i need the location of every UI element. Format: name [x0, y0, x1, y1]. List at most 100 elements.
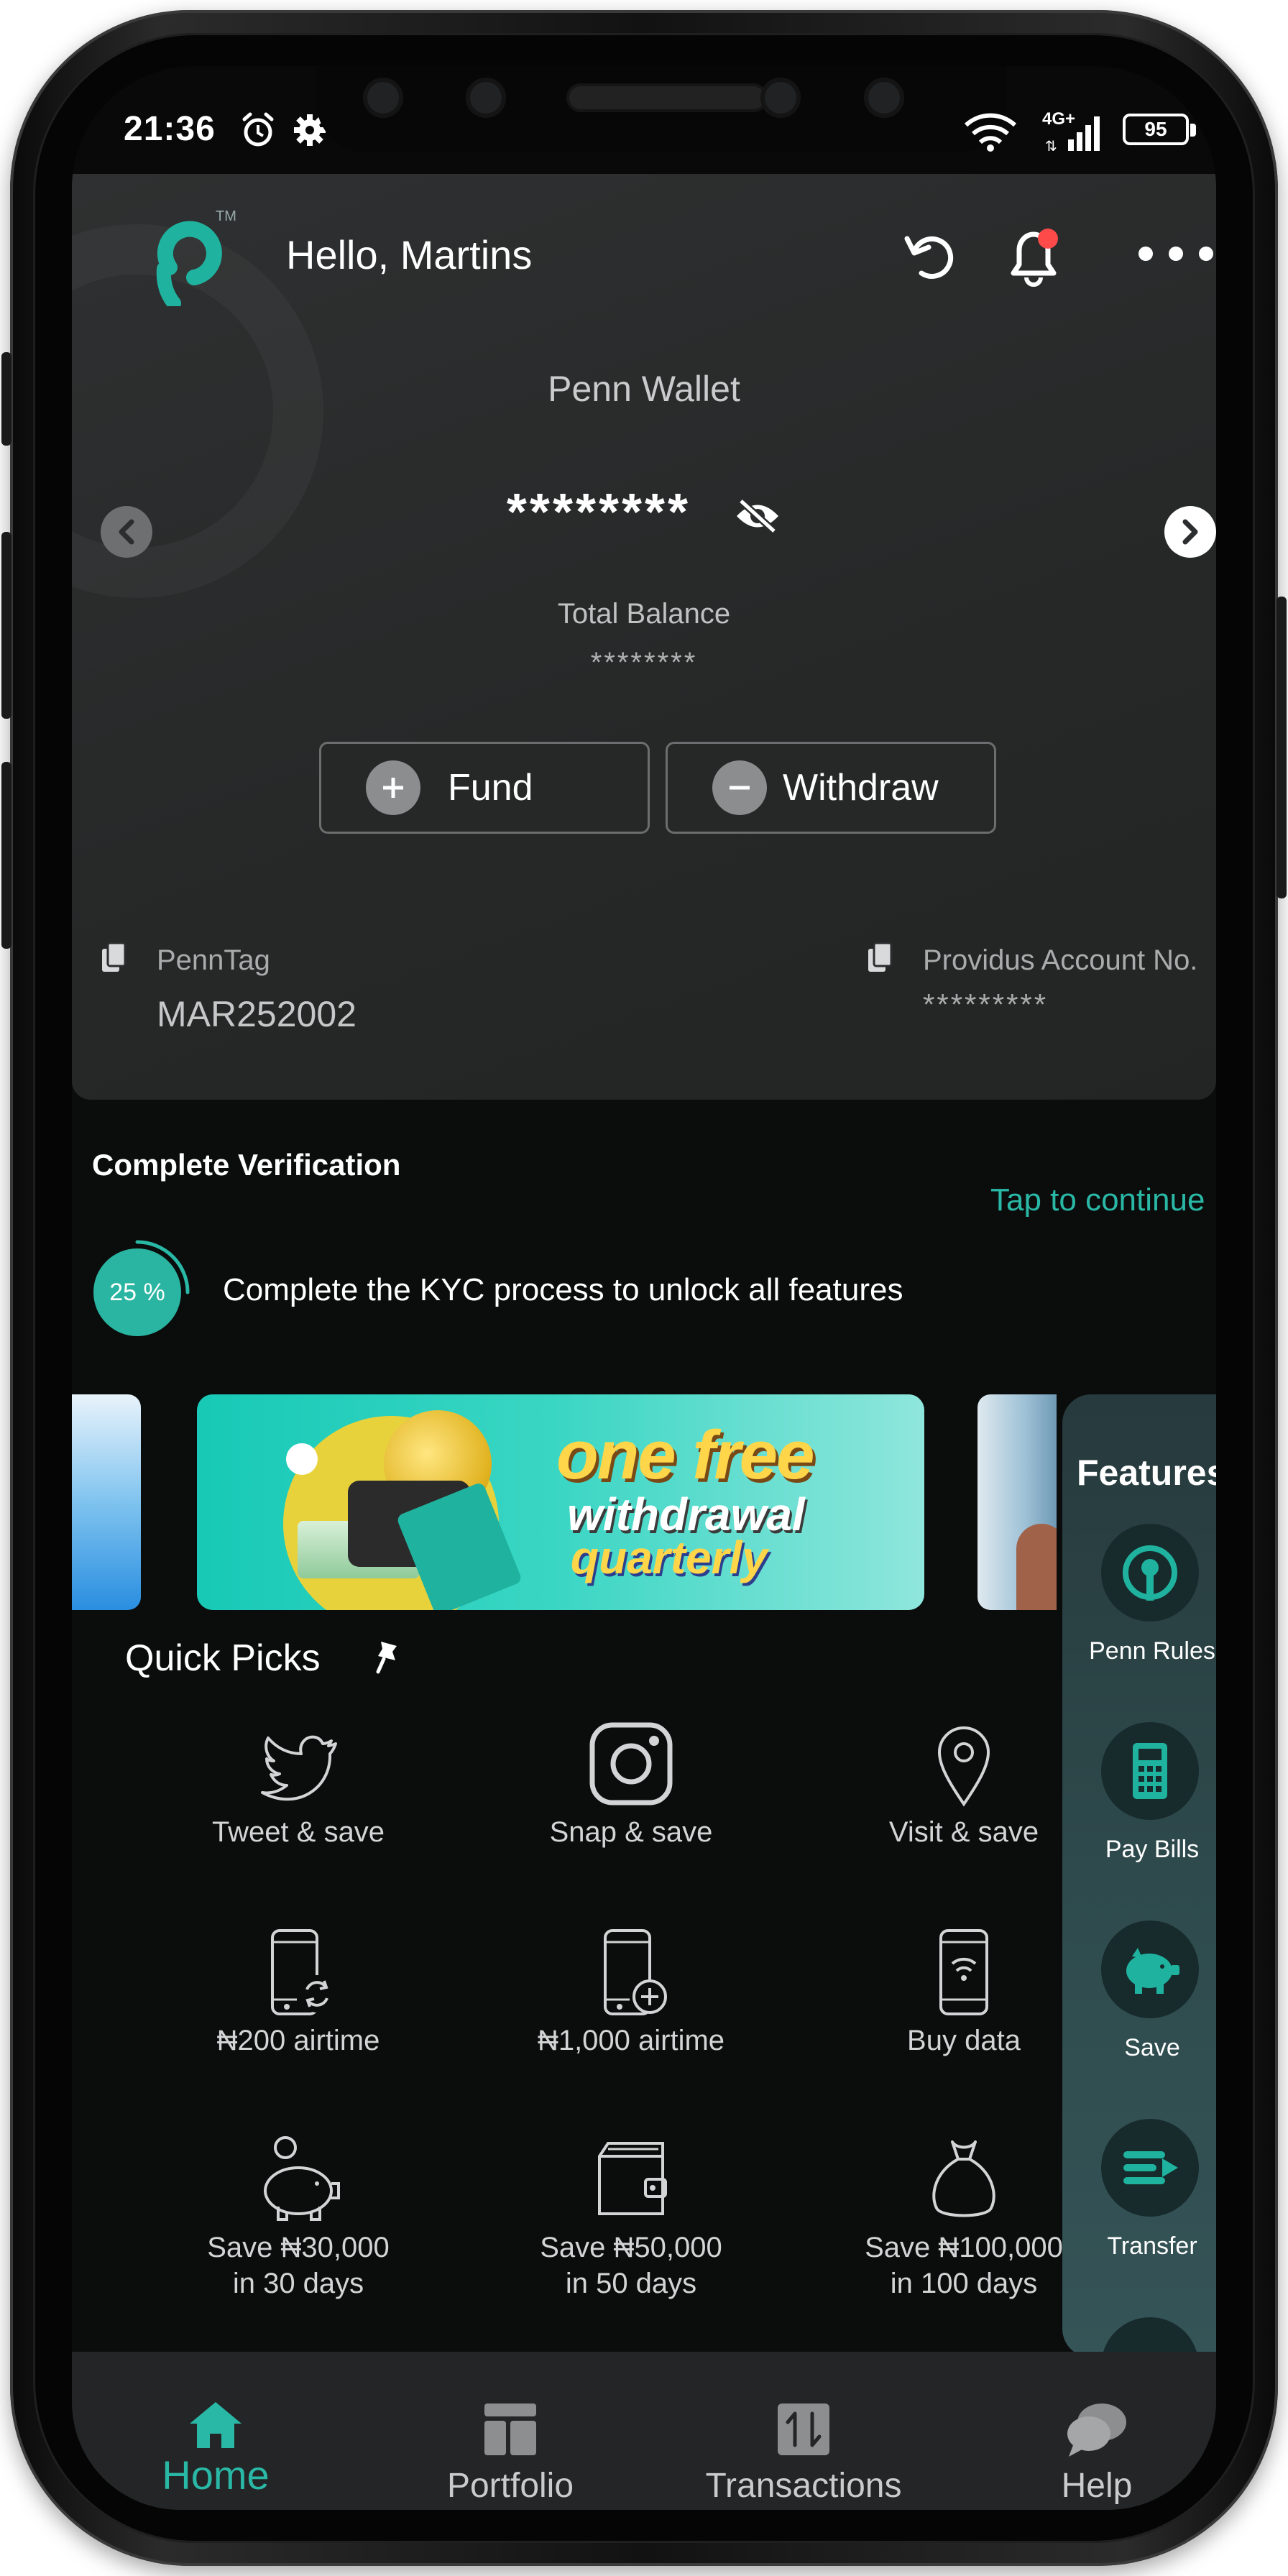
total-balance-value: ********	[590, 647, 698, 678]
piggy-bank-icon	[1101, 1920, 1199, 2018]
account-number-label: Providus Account No.	[923, 944, 1198, 976]
wifi-icon	[964, 113, 1017, 152]
feature-label: Pay Bills	[1105, 1836, 1200, 1863]
quick-pick-tweet-save[interactable]: Tweet & save	[155, 1719, 442, 1850]
nav-label: Portfolio	[446, 2467, 574, 2505]
kyc-message: Complete the KYC process to unlock all f…	[223, 1272, 903, 1307]
nav-label: Transactions	[705, 2467, 902, 2505]
banner-line-3: quarterly	[571, 1532, 768, 1583]
bell-icon[interactable]	[999, 223, 1068, 289]
side-button	[1276, 597, 1287, 898]
quick-pick-label: Tweet & save	[211, 1816, 385, 1848]
alarm-icon	[242, 112, 274, 147]
transfer-icon	[1101, 2119, 1199, 2217]
plus-icon	[366, 760, 420, 815]
feature-label: Penn Rules	[1089, 1637, 1215, 1665]
withdraw-label: Withdraw	[783, 767, 939, 809]
feature-pay-bills[interactable]: Pay Bills	[1062, 1722, 1216, 1864]
signal-icon: ⇅	[1045, 116, 1100, 152]
banner-person-shape	[1016, 1524, 1057, 1610]
penn-logo-icon[interactable]	[145, 208, 224, 306]
pay-bills-icon	[1101, 1722, 1199, 1820]
features-panel: Features Penn Rules Pay Bills Save Trans…	[1062, 1394, 1216, 2415]
svg-text:⇅: ⇅	[1045, 139, 1057, 152]
quick-pick-sublabel: in 30 days	[232, 2268, 364, 2299]
location-pin-icon	[937, 1726, 990, 1807]
quick-pick-save-30000[interactable]: Save ₦30,000 in 30 days	[155, 2135, 442, 2301]
side-button	[1, 352, 12, 446]
quick-pick-200-airtime[interactable]: ₦200 airtime	[155, 1928, 442, 2058]
quick-pick-save-50000[interactable]: Save ₦50,000 in 50 days	[487, 2135, 775, 2301]
balance-hidden: ********	[72, 483, 1216, 542]
withdraw-button[interactable]: Withdraw	[666, 742, 996, 834]
sensor	[864, 78, 904, 118]
promo-banner-next[interactable]	[978, 1394, 1057, 1610]
promo-banner-previous[interactable]	[72, 1394, 141, 1610]
quick-pick-label: ₦1,000 airtime	[537, 2025, 725, 2056]
next-wallet-button[interactable]	[1164, 506, 1216, 558]
quick-picks-title: Quick Picks	[125, 1637, 321, 1679]
wallet-name: Penn Wallet	[548, 369, 740, 409]
money-bag-icon	[932, 2140, 995, 2217]
copy-icon[interactable]	[865, 942, 894, 975]
feature-penn-rules[interactable]: Penn Rules	[1062, 1524, 1216, 1665]
banner-dot	[286, 1443, 318, 1475]
previous-wallet-button[interactable]	[101, 506, 152, 558]
side-button	[1, 762, 12, 949]
earpiece-speaker	[566, 83, 768, 112]
chevron-right-icon	[1182, 519, 1198, 545]
instagram-icon	[589, 1722, 673, 1806]
wallet-icon	[598, 2142, 667, 2215]
quick-pick-label: Save ₦30,000	[207, 2232, 390, 2263]
feature-label: Save	[1124, 2034, 1180, 2061]
account-number-value: *********	[923, 988, 1049, 1021]
portfolio-icon	[484, 2404, 536, 2455]
balance-value: ********	[506, 484, 691, 541]
more-icon[interactable]	[1136, 243, 1216, 264]
chat-bubbles-icon	[1067, 2404, 1126, 2457]
home-icon	[190, 2402, 242, 2448]
chevron-left-icon	[119, 519, 134, 545]
battery-tip	[1190, 124, 1196, 137]
promo-banner[interactable]: one free withdrawal quarterly	[197, 1394, 924, 1610]
features-title: Features	[1077, 1453, 1216, 1493]
bottom-navigation: Home Portfolio Transactions Help	[72, 2352, 1216, 2510]
penn-rules-icon	[1101, 1524, 1199, 1622]
phone-refresh-icon	[271, 1929, 336, 2015]
verification-title: Complete Verification	[92, 1148, 401, 1182]
phone-add-icon	[604, 1929, 667, 2015]
nav-transactions[interactable]: Transactions	[660, 2401, 947, 2506]
status-time: 21:36	[124, 110, 216, 148]
minus-icon	[712, 760, 767, 815]
banner-line-1: one free	[556, 1417, 814, 1494]
quick-pick-label: Snap & save	[549, 1816, 713, 1848]
feature-save[interactable]: Save	[1062, 1920, 1216, 2062]
copy-icon[interactable]	[99, 942, 128, 975]
quick-pick-label: Save ₦50,000	[540, 2232, 722, 2263]
twitter-icon	[261, 1735, 337, 1801]
quick-pick-snap-save[interactable]: Snap & save	[487, 1719, 775, 1850]
feature-transfer[interactable]: Transfer	[1062, 2119, 1216, 2260]
total-balance-label: Total Balance	[557, 598, 731, 630]
side-button	[1, 532, 12, 719]
tap-to-continue-link[interactable]: Tap to continue	[990, 1182, 1205, 1218]
battery-icon: 95	[1123, 114, 1189, 145]
sensor	[466, 78, 506, 118]
quick-pick-1000-airtime[interactable]: ₦1,000 airtime	[487, 1928, 775, 2058]
eye-off-icon[interactable]	[734, 498, 781, 534]
nav-label: Help	[1061, 2467, 1133, 2505]
kyc-progress-ring	[135, 1240, 190, 1294]
piggy-bank-outline-icon	[264, 2136, 340, 2221]
fund-label: Fund	[448, 767, 533, 809]
refresh-icon[interactable]	[900, 226, 960, 286]
fund-button[interactable]: Fund	[319, 742, 650, 834]
sensor	[760, 78, 801, 118]
quick-pick-label: ₦200 airtime	[216, 2025, 380, 2056]
nav-home[interactable]: Home	[72, 2399, 359, 2498]
nav-portfolio[interactable]: Portfolio	[367, 2401, 654, 2506]
pin-icon[interactable]	[371, 1639, 402, 1675]
nav-help[interactable]: Help	[953, 2401, 1216, 2506]
penntag-value: MAR252002	[157, 994, 356, 1034]
phone-wifi-icon	[939, 1929, 988, 2015]
penntag-label: PennTag	[157, 944, 270, 976]
